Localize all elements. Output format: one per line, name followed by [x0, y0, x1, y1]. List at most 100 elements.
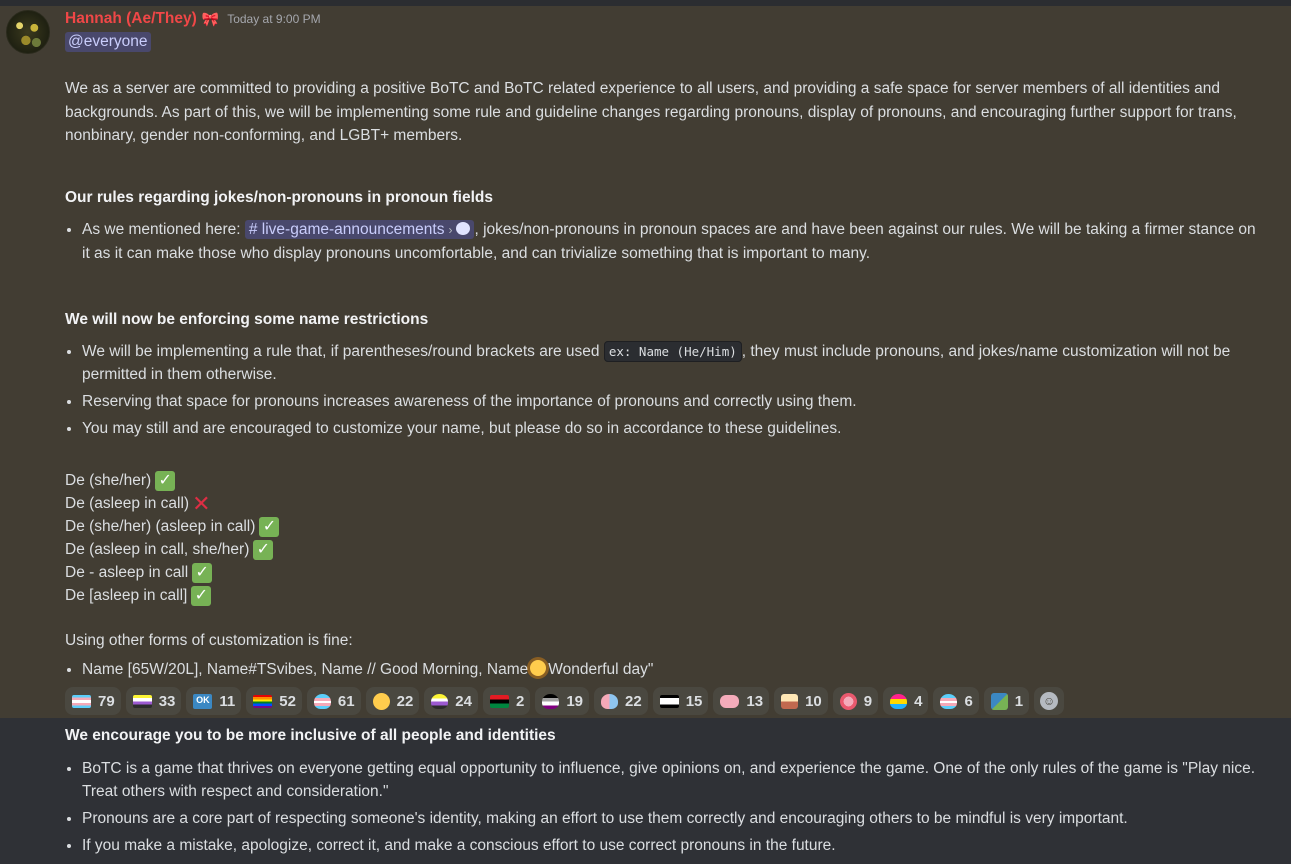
reaction-count: 61 — [337, 692, 355, 710]
reaction-count: 22 — [396, 692, 414, 710]
cake-icon — [781, 693, 799, 709]
customization-list: Name [65W/20L], Name#TSvibes, Name // Go… — [65, 658, 1262, 685]
face-icon — [372, 692, 390, 710]
example-line: De (she/her) (asleep in call) ✓ — [65, 515, 280, 538]
trans-heart-icon — [313, 693, 331, 709]
reaction-count: 24 — [455, 692, 472, 710]
cross-icon: ✕ — [192, 490, 211, 516]
timestamp[interactable]: Today at 9:00 PM — [227, 12, 320, 26]
example-text: De (she/her) — [65, 472, 152, 489]
reactions-bar: 79 33 OK 11 52 61 22 24 2 19 22 15 13 10 … — [65, 687, 1065, 715]
customization-intro: Using other forms of customization is fi… — [65, 632, 353, 649]
example-line: De (she/her) ✓ — [65, 469, 279, 492]
list-item: We will be implementing a rule that, if … — [82, 340, 1262, 386]
ribbon-icon: 🎀 — [201, 10, 220, 27]
reaction-face[interactable]: 22 — [365, 687, 420, 715]
reaction-nonbinary-flag[interactable]: 33 — [125, 687, 182, 715]
bullet-text: We will be implementing a rule that, if … — [82, 343, 604, 360]
list-item: Name [65W/20L], Name#TSvibes, Name // Go… — [82, 658, 1262, 681]
nonbinary-flag-icon — [132, 694, 152, 708]
chevron-right-icon: › — [448, 223, 453, 237]
examples-block: De (she/her) ✓ De (asleep in call) ✕ De (s… — [65, 469, 280, 607]
reaction-count: 9 — [863, 692, 873, 710]
section1-list: As we mentioned here: # live-game-announ… — [65, 218, 1262, 269]
hash-icon: # — [248, 221, 258, 238]
list-item: BoTC is a game that thrives on everyone … — [82, 757, 1262, 803]
username[interactable]: Hannah (Ae/They) — [65, 10, 197, 28]
section2-list: We will be implementing a rule that, if … — [65, 340, 1262, 444]
reaction-trans-heart-2[interactable]: 6 — [933, 687, 979, 715]
reaction-nonbinary-heart[interactable]: 24 — [424, 687, 478, 715]
reaction-count: 6 — [964, 692, 973, 710]
mention-everyone[interactable]: @everyone — [65, 32, 151, 52]
section1-heading: Our rules regarding jokes/non-pronouns i… — [65, 189, 493, 206]
reaction-count: 1 — [1014, 692, 1024, 710]
ace-flag-icon — [542, 693, 560, 709]
smiley-icon: ☺ — [1040, 692, 1059, 710]
example-line: De (asleep in call, she/her) ✓ — [65, 538, 279, 561]
reaction-pan-heart[interactable]: 4 — [883, 687, 929, 715]
example-text: De (she/her) (asleep in call) — [65, 518, 256, 535]
reaction-person[interactable]: 1 — [983, 687, 1030, 715]
pan-african-flag-icon — [489, 694, 509, 708]
example-text: De (asleep in call) — [65, 495, 190, 512]
message-header: Hannah (Ae/They) 🎀 Today at 9:00 PM — [65, 10, 321, 28]
reaction-cake[interactable]: 10 — [774, 687, 828, 715]
check-icon: ✓ — [155, 470, 176, 491]
list-item: As we mentioned here: # live-game-announ… — [82, 218, 1262, 265]
example-text: De [asleep in call] — [65, 587, 188, 604]
avatar[interactable] — [6, 10, 50, 54]
axolotl-icon — [720, 694, 740, 708]
example-text: De - asleep in call — [65, 564, 189, 581]
flower-icon — [839, 692, 857, 710]
reaction-count: 79 — [98, 692, 115, 710]
reaction-count: 11 — [219, 692, 236, 710]
channel-link[interactable]: # live-game-announcements › — [244, 220, 475, 239]
reaction-ace-flag[interactable]: 19 — [535, 687, 590, 715]
reaction-count: 33 — [158, 692, 176, 710]
check-icon: ✓ — [253, 539, 274, 560]
ace-stripe-flag-icon — [659, 694, 679, 708]
example-text: De (asleep in call, she/her) — [65, 541, 250, 558]
example-line: De (asleep in call) ✕ — [65, 492, 279, 515]
list-item: You may still and are encouraged to cust… — [82, 417, 1262, 440]
example-line: De - asleep in call ✓ — [65, 561, 279, 584]
genderfluid-heart-icon — [601, 693, 619, 709]
sun-icon — [530, 660, 547, 676]
reaction-rainbow-flag[interactable]: 52 — [246, 687, 302, 715]
intro-paragraph: We as a server are committed to providin… — [65, 80, 1237, 144]
reaction-trans-heart[interactable]: 61 — [306, 687, 361, 715]
bullet-text: As we mentioned here: — [82, 221, 241, 238]
section3-heading: We encourage you to be more inclusive of… — [65, 727, 556, 744]
reaction-genderfluid-heart[interactable]: 22 — [594, 687, 648, 715]
pan-heart-icon — [890, 693, 908, 709]
channel-name: live-game-announcements — [261, 221, 445, 238]
reaction-pan-african-flag[interactable]: 2 — [482, 687, 531, 715]
reaction-ok[interactable]: OK 11 — [186, 687, 242, 715]
inline-code: ex: Name (He/Him) — [603, 341, 742, 362]
reaction-count: 4 — [914, 692, 923, 710]
bullet-text: Name [65W/20L], Name#TSvibes, Name // Go… — [82, 661, 529, 678]
list-item: Pronouns are a core part of respecting s… — [82, 807, 1262, 830]
reaction-axolotl[interactable]: 13 — [713, 687, 770, 715]
section3-list: BoTC is a game that thrives on everyone … — [65, 757, 1262, 861]
reaction-count: 10 — [805, 692, 822, 710]
thread-icon — [456, 222, 471, 235]
trans-heart-2-icon — [940, 693, 958, 709]
check-icon: ✓ — [192, 562, 213, 583]
add-reaction-button[interactable]: ☺ — [1034, 687, 1065, 715]
check-icon: ✓ — [259, 516, 280, 537]
list-item: If you make a mistake, apologize, correc… — [82, 834, 1262, 857]
reaction-count: 52 — [279, 692, 296, 710]
reaction-flower[interactable]: 9 — [832, 687, 879, 715]
section2-heading: We will now be enforcing some name restr… — [65, 311, 429, 328]
ok-icon: OK — [193, 693, 213, 709]
reaction-ace-stripe-flag[interactable]: 15 — [652, 687, 709, 715]
reaction-count: 19 — [566, 692, 584, 710]
reaction-count: 13 — [746, 692, 764, 710]
example-line: De [asleep in call] ✓ — [65, 584, 279, 607]
list-item: Reserving that space for pronouns increa… — [82, 390, 1262, 413]
reaction-count: 15 — [685, 692, 703, 710]
reaction-trans-flag[interactable]: 79 — [65, 687, 121, 715]
trans-flag-icon — [72, 694, 91, 708]
